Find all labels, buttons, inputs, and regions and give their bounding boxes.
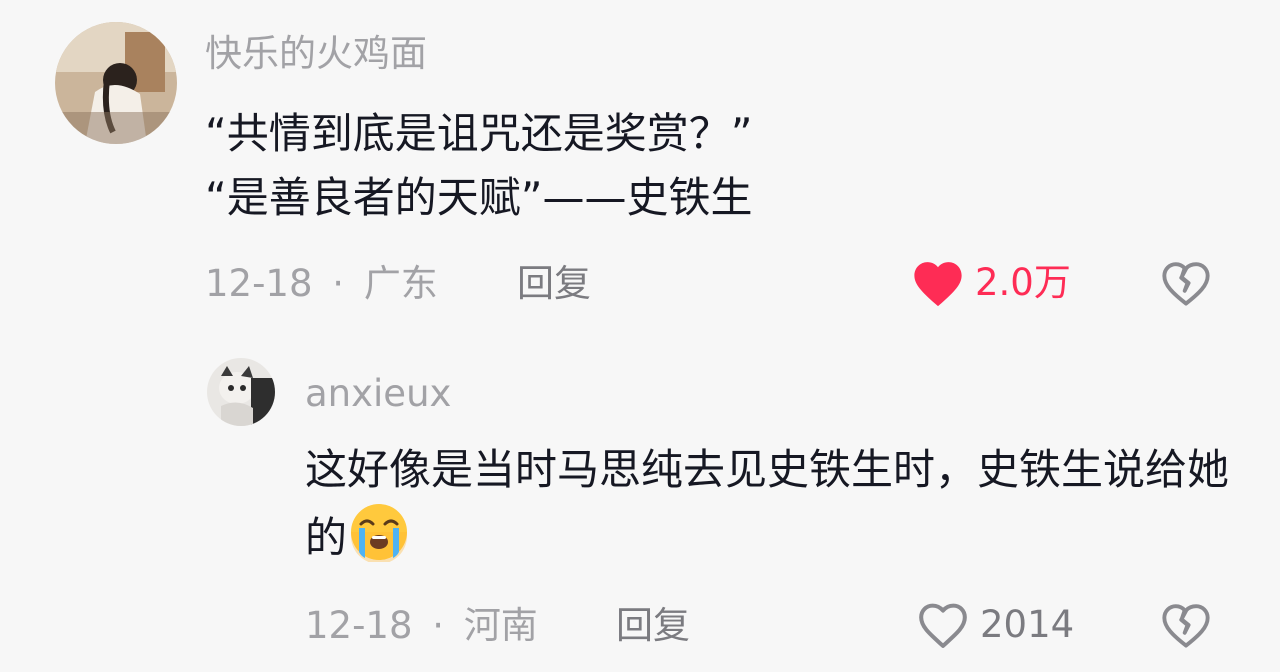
comment-date: 12-18 [205,262,313,305]
reply-location: 河南 [463,604,538,647]
reply-meta: 12-18 · 河南 [305,604,538,648]
avatar-photo [207,358,275,426]
comment-text: “共情到底是诅咒还是奖赏？” “是善良者的天赋”——史铁生 [205,109,753,222]
comment-location: 广东 [363,262,438,305]
reply-text-body: 这好像是当时马思纯去见史铁生时，史铁生说给她的 [305,445,1230,562]
dislike-button[interactable] [1160,258,1212,312]
avatar-photo [55,22,177,144]
reply-avatar[interactable] [207,358,275,426]
reply-button[interactable]: 回复 [517,262,591,306]
reply-like-button[interactable]: 2014 [916,600,1074,650]
comment-username[interactable]: 快乐的火鸡面 [205,32,427,76]
meta-separator: · [432,604,445,647]
broken-heart-icon [1162,262,1210,306]
like-button[interactable]: 2.0万 [911,258,1071,308]
reply-username[interactable]: anxieux [305,372,451,416]
comment-thread: 快乐的火鸡面 “共情到底是诅咒还是奖赏？” “是善良者的天赋”——史铁生 12-… [0,0,1280,672]
reply-reply-button[interactable]: 回复 [616,604,690,648]
heart-outline-icon [919,603,967,648]
comment-meta: 12-18 · 广东 [205,262,438,306]
avatar[interactable] [55,22,177,144]
reply-like-count: 2014 [980,603,1075,646]
heart-filled-icon [914,262,962,307]
like-count: 2.0万 [975,261,1071,304]
reply-text: 这好像是当时马思纯去见史铁生时，史铁生说给她的 [305,438,1235,580]
broken-heart-icon [1162,604,1210,648]
crying-face-emoji [349,502,409,580]
reply-dislike-button[interactable] [1160,600,1212,654]
reply-date: 12-18 [305,604,413,647]
meta-separator: · [332,262,345,305]
